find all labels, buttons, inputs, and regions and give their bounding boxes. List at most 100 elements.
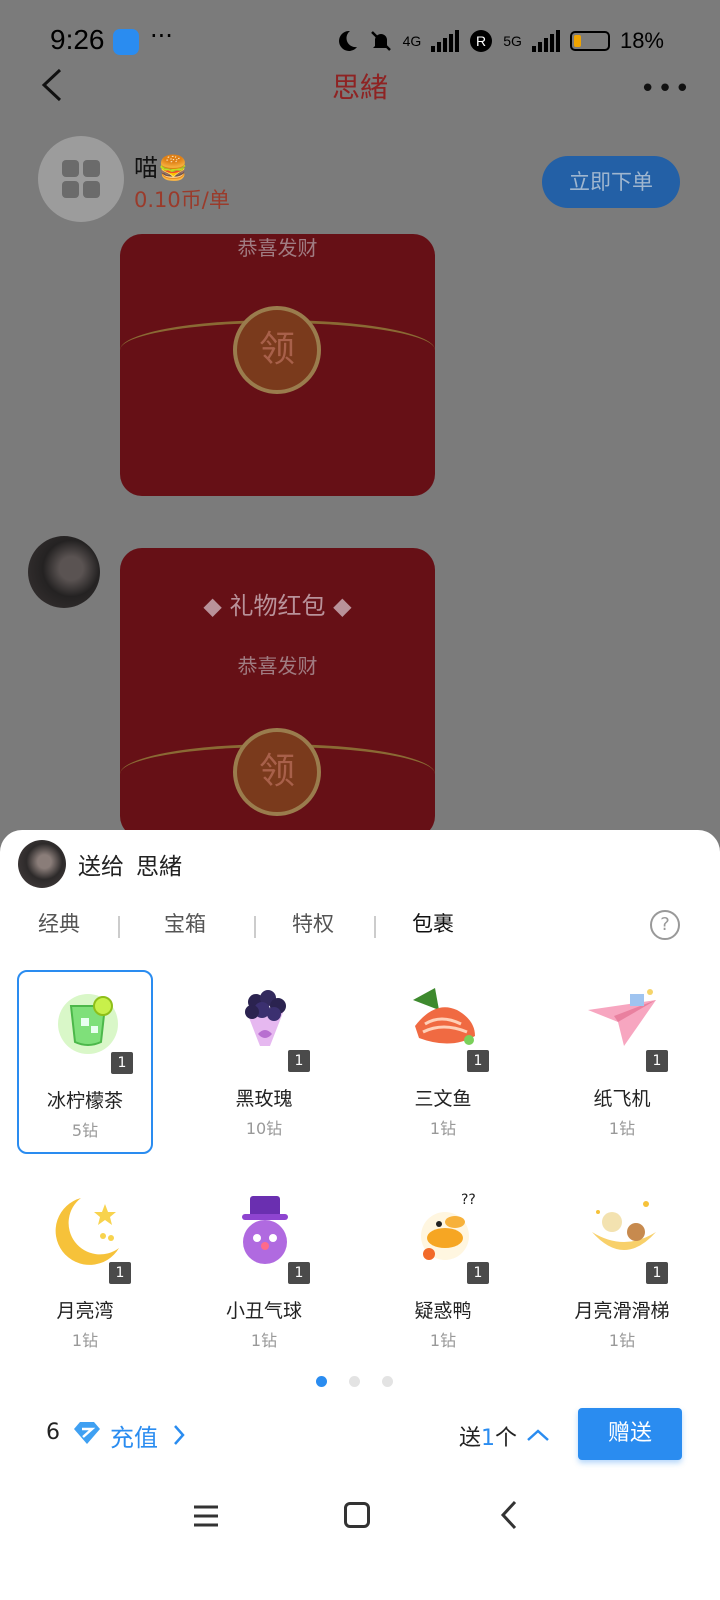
gift-name: 冰柠檬茶 bbox=[46, 1090, 123, 1112]
seller-name: 喵🍔 bbox=[134, 154, 188, 182]
paper-plane-icon bbox=[588, 989, 656, 1046]
moon-icon bbox=[55, 1198, 119, 1265]
black-rose-icon bbox=[245, 990, 286, 1046]
chat-header: 思緒 ••• bbox=[0, 54, 720, 114]
sender-avatar[interactable] bbox=[28, 536, 100, 608]
gift-item[interactable]: 1 纸飞机 1钻 bbox=[554, 970, 690, 1154]
tab-privilege[interactable]: 特权 bbox=[292, 908, 334, 938]
gift-price: 1钻 bbox=[429, 1331, 457, 1350]
moon-status-icon bbox=[338, 30, 357, 51]
send-to-label: 送给 bbox=[78, 854, 124, 880]
chevron-right-icon[interactable] bbox=[172, 1424, 186, 1446]
tab-classic[interactable]: 经典 bbox=[38, 908, 80, 938]
gift-price: 10钻 bbox=[245, 1119, 283, 1138]
app-notification-icon bbox=[113, 29, 139, 55]
lemon-tea-icon bbox=[58, 994, 118, 1054]
mute-bell-icon bbox=[370, 31, 391, 51]
claim-coin[interactable]: 领 bbox=[233, 306, 321, 394]
gift-price: 1钻 bbox=[608, 1331, 636, 1350]
page-dot[interactable] bbox=[349, 1376, 360, 1387]
gift-name: 小丑气球 bbox=[225, 1300, 302, 1322]
more-options-icon[interactable]: ••• bbox=[640, 74, 692, 104]
roaming-icon: R bbox=[470, 30, 493, 52]
moon-slide-icon bbox=[592, 1201, 656, 1250]
tab-treasure[interactable]: 宝箱 bbox=[164, 908, 206, 938]
recharge-button[interactable]: 充值 bbox=[110, 1418, 158, 1453]
gift-name: 疑惑鸭 bbox=[414, 1300, 472, 1322]
gift-price: 1钻 bbox=[429, 1119, 457, 1138]
red-packet-greeting: 恭喜发财 bbox=[237, 236, 318, 260]
signal-icon bbox=[431, 30, 460, 52]
red-packet-message[interactable]: 恭喜发财 领 bbox=[120, 234, 435, 496]
gift-item[interactable]: 1 黑玫瑰 10钻 bbox=[196, 970, 332, 1154]
gift-name: 黑玫瑰 bbox=[235, 1088, 293, 1110]
gift-item[interactable]: 1 月亮滑滑梯 1钻 bbox=[554, 1182, 690, 1366]
recipient-name: 思緒 bbox=[136, 854, 182, 880]
page-title: 思緒 bbox=[331, 71, 388, 104]
gift-price: 5钻 bbox=[71, 1121, 99, 1140]
status-time: 9:26 bbox=[50, 24, 105, 55]
gift-name: 三文鱼 bbox=[414, 1088, 472, 1110]
gift-price: 1钻 bbox=[250, 1331, 278, 1350]
tab-divider bbox=[254, 916, 256, 938]
help-icon[interactable]: ? bbox=[650, 910, 680, 940]
roaming-label: R bbox=[476, 33, 486, 49]
gift-footer: 6 充值 送1个 赠送 bbox=[0, 1406, 720, 1466]
battery-icon bbox=[569, 31, 610, 51]
signal-icon-2 bbox=[531, 30, 560, 52]
send-qty-number: 1 bbox=[481, 1426, 496, 1451]
send-quantity-selector[interactable]: 送1个 bbox=[459, 1420, 517, 1452]
gift-price: 1钻 bbox=[608, 1119, 636, 1138]
order-now-button[interactable]: 立即下单 bbox=[542, 156, 680, 208]
diamond-icon bbox=[74, 1422, 100, 1444]
seller-price: 0.10币/单 bbox=[134, 188, 230, 212]
salmon-icon bbox=[413, 988, 475, 1045]
gift-count: 1 bbox=[109, 1262, 131, 1284]
battery-percent: 18% bbox=[619, 28, 664, 53]
system-nav-bar bbox=[0, 1490, 720, 1560]
gift-item[interactable]: 1 月亮湾 1钻 bbox=[17, 1182, 153, 1366]
svg-text:??: ?? bbox=[461, 1192, 476, 1208]
gift-count: 1 bbox=[111, 1052, 133, 1074]
tab-divider bbox=[374, 916, 376, 938]
gift-item[interactable]: 1 小丑气球 1钻 bbox=[196, 1182, 332, 1366]
network-type-2: 5G bbox=[503, 33, 522, 49]
network-type-1: 4G bbox=[402, 33, 422, 49]
seller-card: 喵🍔 0.10币/单 立即下单 bbox=[0, 136, 720, 226]
status-indicators: 4G R 5G 18% bbox=[335, 26, 664, 56]
send-to-row: 送给 思緒 bbox=[18, 840, 182, 888]
gift-count: 1 bbox=[288, 1262, 310, 1284]
recipient-avatar bbox=[18, 840, 66, 888]
give-gift-button[interactable]: 赠送 bbox=[578, 1408, 682, 1460]
status-more: ··· bbox=[150, 22, 173, 50]
gift-count: 1 bbox=[467, 1050, 489, 1072]
tab-divider bbox=[118, 916, 120, 938]
nav-back-icon[interactable] bbox=[500, 1500, 518, 1530]
claim-coin-2[interactable]: 领 bbox=[233, 728, 321, 816]
page-dot-active[interactable] bbox=[316, 1376, 327, 1387]
gift-tabs: 经典 宝箱 特权 包裹 bbox=[0, 908, 720, 944]
red-packet-greeting-2: 恭喜发财 bbox=[237, 654, 318, 678]
gift-item[interactable]: 1 三文鱼 1钻 bbox=[375, 970, 511, 1154]
tab-backpack[interactable]: 包裹 bbox=[412, 908, 454, 938]
send-qty-prefix: 送 bbox=[459, 1426, 482, 1451]
gift-count: 1 bbox=[288, 1050, 310, 1072]
home-icon[interactable] bbox=[344, 1502, 370, 1528]
confused-duck-icon: ?? bbox=[421, 1192, 476, 1260]
gift-count: 1 bbox=[467, 1262, 489, 1284]
gift-price: 1钻 bbox=[71, 1331, 99, 1350]
chevron-up-icon[interactable] bbox=[526, 1428, 550, 1442]
red-packet-title: ◆ 礼物红包 ◆ bbox=[203, 592, 352, 620]
menu-icon[interactable] bbox=[192, 1504, 220, 1528]
page-dot[interactable] bbox=[382, 1376, 393, 1387]
gift-sheet: 送给 思緒 经典 宝箱 特权 包裹 ? 1 冰柠檬茶 5钻 1 黑玫瑰 10钻 bbox=[0, 830, 720, 1600]
gift-item[interactable]: 1 冰柠檬茶 5钻 bbox=[17, 970, 153, 1154]
gift-count: 1 bbox=[646, 1050, 668, 1072]
red-packet-message-2[interactable]: ◆ 礼物红包 ◆ 恭喜发财 领 bbox=[120, 548, 435, 838]
gift-name: 月亮滑滑梯 bbox=[574, 1300, 670, 1322]
gift-item[interactable]: ?? 1 疑惑鸭 1钻 bbox=[375, 1182, 511, 1366]
gift-count: 1 bbox=[646, 1262, 668, 1284]
seller-avatar[interactable] bbox=[38, 136, 124, 222]
apps-grid-icon bbox=[62, 160, 100, 198]
gift-name: 纸飞机 bbox=[593, 1088, 651, 1110]
